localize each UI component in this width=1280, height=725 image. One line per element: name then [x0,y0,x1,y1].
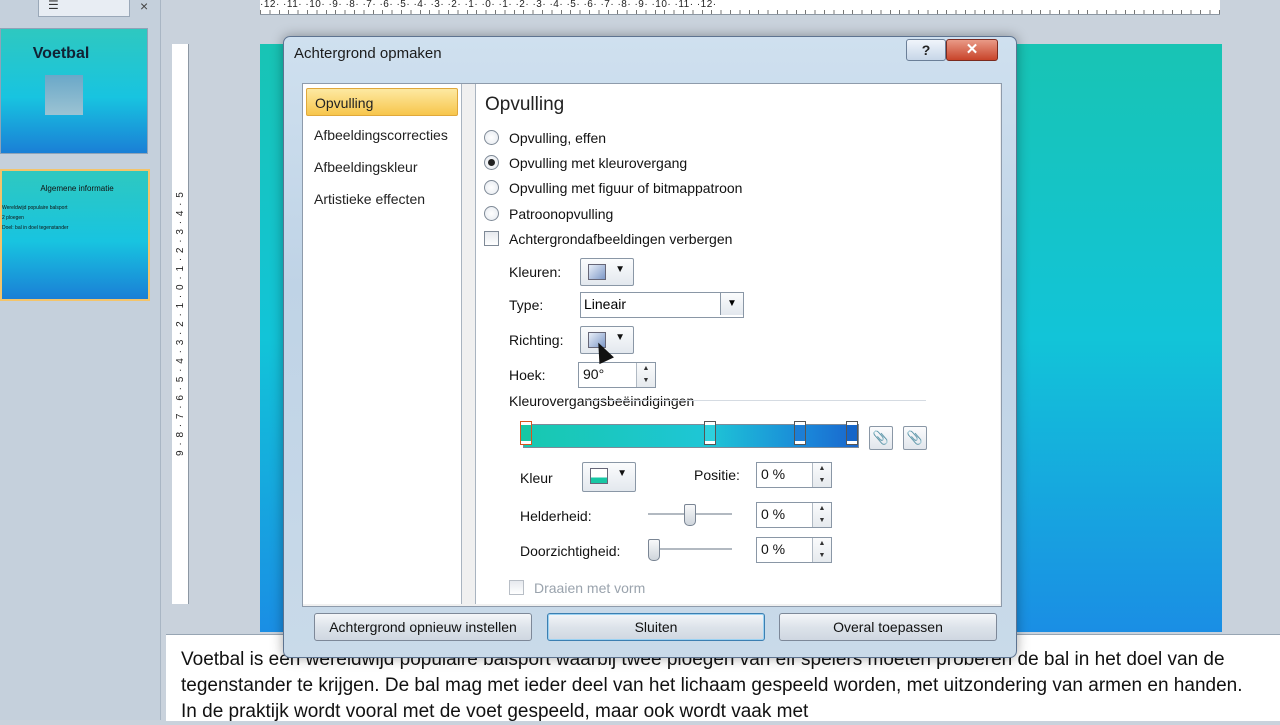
spinner-icon[interactable]: ▲ ▼ [812,538,831,562]
preset-colors-dropdown[interactable]: ▼ [580,258,634,286]
position-label: Positie: [694,467,740,483]
fill-settings: Opvulling Opvulling, effen Opvulling met… [475,84,1000,604]
horizontal-ruler: ·12· ·11· ·10· ·9· ·8· ·7· ·6· ·5· ·4· ·… [260,0,1220,15]
radio-picture-fill[interactable]: Opvulling met figuur of bitmappatroon [484,178,742,198]
ruler-numbers: ·12· ·11· ·10· ·9· ·8· ·7· ·6· ·5· ·4· ·… [260,0,717,10]
dropdown-arrow-icon: ▼ [615,264,625,275]
vertical-ruler: 9 · 8 · 7 · 6 · 5 · 4 · 3 · 2 · 1 · 0 · … [172,44,189,604]
checkbox [509,580,524,595]
ruler-numbers: 9 · 8 · 7 · 6 · 5 · 4 · 3 · 2 · 1 · 0 · … [175,191,186,457]
gradient-stop-4[interactable] [846,421,858,445]
angle-input[interactable]: 90° ▲ ▼ [578,362,656,388]
type-label: Type: [509,297,544,313]
position-value: 0 % [761,466,786,482]
dropdown-arrow-icon: ▼ [615,332,625,343]
slide-thumbnail-1[interactable]: Voetbal [0,28,148,154]
transparency-input[interactable]: 0 % ▲ ▼ [756,537,832,563]
position-input[interactable]: 0 % ▲ ▼ [756,462,832,488]
dialog-body: Opvulling Afbeeldingscorrecties Afbeeldi… [302,83,1002,607]
rotate-with-shape-checkbox: Draaien met vorm [509,578,645,598]
dropdown-arrow-icon: ▼ [617,468,627,479]
spinner-icon[interactable]: ▲ ▼ [812,503,831,527]
stop-color-dropdown[interactable]: ▼ [582,462,636,492]
section-heading: Opvulling [485,94,565,115]
dialog-title: Achtergrond opmaken [294,45,442,62]
radio-gradient-fill[interactable]: Opvulling met kleurovergang [484,153,687,173]
transparency-slider-track[interactable] [648,548,732,551]
transparency-label: Doorzichtigheid: [520,543,621,559]
radio-button[interactable] [484,155,499,170]
brightness-label: Helderheid: [520,508,592,524]
format-background-dialog: Achtergrond opmaken ? ✕ Opvulling Afbeel… [283,36,1017,658]
color-label: Kleur [520,470,553,486]
brightness-slider-thumb[interactable] [684,504,696,526]
brightness-value: 0 % [761,506,786,522]
slide-thumbnail-bullet: Doel: bal in doel tegenstander [2,225,69,231]
spinner-icon[interactable]: ▲ ▼ [812,463,831,487]
transparency-value: 0 % [761,541,786,557]
outline-icon: ☰ [48,0,59,12]
gradient-stop-2[interactable] [704,421,716,445]
radio-button[interactable] [484,130,499,145]
color-swatch-icon [588,264,606,280]
transparency-slider-thumb[interactable] [648,539,660,561]
radio-solid-fill[interactable]: Opvulling, effen [484,128,606,148]
paint-bucket-icon [590,468,608,484]
nav-item-afbeeldingscorrecties[interactable]: Afbeeldingscorrecties [306,121,458,149]
type-select[interactable]: Lineair ▼ [580,292,744,318]
type-value: Lineair [584,296,627,312]
nav-item-afbeeldingskleur[interactable]: Afbeeldingskleur [306,153,458,181]
close-button[interactable]: ✕ [946,39,998,61]
gradient-stops-bar[interactable] [520,421,859,448]
nav-item-artistieke-effecten[interactable]: Artistieke effecten [306,185,458,213]
angle-label: Hoek: [509,367,546,383]
checkbox-label: Draaien met vorm [534,580,646,596]
radio-label: Opvulling, effen [509,130,607,146]
checkbox[interactable] [484,231,499,246]
radio-button[interactable] [484,206,499,221]
spinner-icon[interactable]: ▲ ▼ [636,363,655,387]
close-panel-icon[interactable]: × [140,0,148,14]
radio-button[interactable] [484,180,499,195]
radio-label: Opvulling met figuur of bitmappatroon [509,180,743,196]
slide-thumbnail-bullet: Wereldwijd populaire balsport [2,205,68,211]
colors-label: Kleuren: [509,264,562,280]
nav-item-opvulling[interactable]: Opvulling [306,88,458,116]
direction-label: Richting: [509,332,564,348]
separator [586,400,926,401]
slide-thumbnail-title: Algemene informatie [40,184,114,193]
radio-label: Opvulling met kleurovergang [509,155,688,171]
slides-panel: ☰ × Voetbal Algemene informatie Wereldwi… [0,0,161,720]
checkbox-label: Achtergrondafbeeldingen verbergen [509,231,733,247]
slide-thumbnail-bullet: 2 ploegen [2,215,24,221]
gradient-stop-3[interactable] [794,421,806,445]
category-list: Opvulling Afbeeldingscorrecties Afbeeldi… [303,84,462,604]
slides-outline-tab[interactable]: ☰ [38,0,130,17]
apply-to-all-button[interactable]: Overal toepassen [779,613,997,641]
reset-background-button[interactable]: Achtergrond opnieuw instellen [314,613,532,641]
hide-background-checkbox[interactable]: Achtergrondafbeeldingen verbergen [484,229,732,249]
notes-text: Voetbal is een wereldwijd populaire bals… [181,649,1243,722]
add-gradient-stop-icon[interactable]: 📎 [869,426,893,450]
radio-label: Patroonopvulling [509,206,614,222]
help-button[interactable]: ? [906,39,946,61]
dropdown-arrow-icon[interactable]: ▼ [720,293,743,315]
gradient-stops-label: Kleurovergangsbeëindigingen [509,393,695,409]
slide-thumbnail-image [45,75,83,115]
gradient-stop-1[interactable] [520,421,532,445]
close-dialog-button[interactable]: Sluiten [547,613,765,641]
angle-value: 90° [583,366,605,382]
slide-thumbnail-title: Voetbal [32,45,90,62]
brightness-input[interactable]: 0 % ▲ ▼ [756,502,832,528]
remove-gradient-stop-icon[interactable]: 📎 [903,426,927,450]
radio-pattern-fill[interactable]: Patroonopvulling [484,204,613,224]
slide-thumbnail-2[interactable]: Algemene informatie Wereldwijd populaire… [0,169,150,301]
